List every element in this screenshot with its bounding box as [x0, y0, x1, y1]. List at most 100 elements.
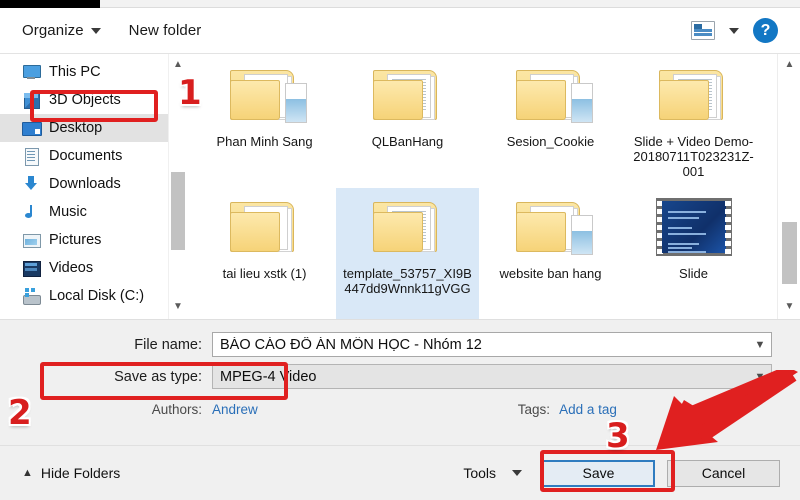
sidebar-item-desktop[interactable]: Desktop [0, 114, 168, 142]
save-as-type-value: MPEG-4 Video [220, 368, 317, 385]
file-grid-item[interactable]: Sesion_Cookie [479, 56, 622, 188]
folder-icon [515, 202, 593, 255]
sidebar-item-pictures[interactable]: Pictures [0, 226, 168, 254]
file-grid-item[interactable]: Phan Minh Sang [193, 56, 336, 188]
save-as-type-select[interactable]: MPEG-4 Video ▼ [212, 364, 772, 389]
file-thumbnail [508, 60, 594, 132]
file-thumbnail [365, 192, 451, 264]
file-name-label: Phan Minh Sang [216, 134, 313, 149]
music-icon [22, 203, 40, 221]
folder-front [372, 80, 423, 120]
folder-icon [372, 70, 439, 122]
hide-folders-label: Hide Folders [40, 465, 121, 481]
sidebar-scrollbar-thumb[interactable] [171, 172, 185, 250]
downloads-icon [22, 175, 40, 193]
file-name-value: BÁO CÁO ĐỒ ÁN MÔN HỌC - Nhóm 12 [220, 336, 482, 353]
parent-window-sliver [100, 0, 800, 8]
tags-label: Tags: [517, 402, 551, 417]
footer-actions: Tools Save Cancel [463, 459, 800, 487]
chevron-up-icon: ▲ [22, 467, 33, 479]
folder-front [372, 212, 423, 252]
folder-icon [515, 70, 593, 123]
help-label: ? [760, 21, 771, 39]
file-name-label: Sesion_Cookie [506, 134, 595, 149]
tools-button[interactable]: Tools [463, 465, 522, 481]
sidebar-scroll-up-chevron-up-icon[interactable]: ▲ [169, 56, 187, 73]
save-form: File name: BÁO CÁO ĐỒ ÁN MÔN HỌC - Nhóm … [0, 319, 800, 445]
file-name-label: File name: [134, 336, 202, 353]
grid-scroll-down-chevron-down-icon[interactable]: ▼ [778, 298, 800, 315]
folder-front [515, 80, 566, 120]
cancel-label: Cancel [701, 465, 746, 481]
sidebar-item-this-pc[interactable]: This PC [0, 58, 168, 86]
folder-icon [372, 202, 439, 254]
documents-icon [22, 147, 40, 166]
file-grid-item[interactable]: Slide + Video Demo-20180711T023231Z-001 [622, 56, 765, 188]
file-grid-item[interactable]: website ban hang [479, 188, 622, 319]
file-name-input[interactable]: BÁO CÁO ĐỒ ÁN MÔN HỌC - Nhóm 12 ▼ [212, 332, 772, 357]
file-grid-item[interactable]: epdf tai lieu xstk (1) [193, 188, 336, 319]
chevron-down-icon [90, 27, 101, 34]
sidebar-item-label: Music [49, 204, 87, 220]
dialog-body: This PC 3D Objects Desktop Documents Downloa… [0, 54, 800, 319]
file-thumbnail [222, 60, 308, 132]
save-button[interactable]: Save [542, 459, 655, 487]
navigation-sidebar: This PC 3D Objects Desktop Documents Downloa… [0, 54, 168, 319]
new-folder-label: New folder [128, 22, 202, 39]
file-thumbnail [508, 192, 594, 264]
file-grid-item[interactable]: template_53757_XI9B447dd9Wnnk11gVGG [336, 188, 479, 319]
metadata-row: Authors: Andrew Tags: Add a tag [0, 402, 800, 417]
new-folder-button[interactable]: New folder [129, 22, 202, 39]
sidebar-item-label: Documents [49, 148, 123, 164]
sidebar-item-documents[interactable]: Documents [0, 142, 168, 170]
sidebar-item-label: 3D Objects [49, 92, 121, 108]
file-name-label: Slide + Video Demo-20180711T023231Z-001 [633, 134, 754, 179]
tools-label: Tools [463, 465, 496, 481]
organize-button[interactable]: Organize [22, 22, 101, 39]
videos-icon [22, 259, 41, 277]
sidebar-item-label: Pictures [49, 232, 102, 248]
local-disk-icon [22, 287, 41, 305]
sidebar-item-videos[interactable]: Videos [0, 254, 168, 282]
view-options-chevron-down-icon[interactable] [729, 27, 739, 34]
image-preview [570, 215, 593, 255]
image-preview [284, 83, 307, 123]
folder-front [229, 80, 280, 120]
hide-folders-button[interactable]: ▲ Hide Folders [22, 465, 120, 481]
cancel-button[interactable]: Cancel [667, 459, 780, 487]
help-icon[interactable]: ? [753, 18, 778, 43]
file-name-label: QLBanHang [371, 134, 444, 149]
save-as-type-row: Save as type: MPEG-4 Video ▼ [0, 364, 800, 389]
add-a-tag-link[interactable]: Add a tag [559, 402, 617, 417]
view-mode-icon[interactable] [691, 21, 715, 40]
grid-scroll-up-chevron-up-icon[interactable]: ▲ [778, 56, 800, 73]
sidebar-item-downloads[interactable]: Downloads [0, 170, 168, 198]
file-name-label: tai lieu xstk (1) [222, 266, 307, 281]
file-grid: Phan Minh Sang QLBanHang Sesion_Cookie Slid… [187, 54, 777, 319]
authors-label: Authors: [151, 402, 202, 417]
sidebar-item-music[interactable]: Music [0, 198, 168, 226]
sidebar-item-label: Downloads [49, 176, 121, 192]
file-grid-item[interactable]: Slide [622, 188, 765, 319]
save-as-type-chevron-down-icon[interactable]: ▼ [749, 365, 771, 388]
file-grid-scrollbar[interactable]: ▲ ▼ [777, 54, 800, 319]
video-thumbnail-icon [655, 198, 732, 256]
folder-icon [658, 70, 725, 122]
sidebar-scrollbar[interactable]: ▲ ▼ [168, 54, 186, 319]
sidebar-item-3d-objects[interactable]: 3D Objects [0, 86, 168, 114]
image-preview [570, 83, 593, 123]
3d-objects-icon [22, 91, 40, 109]
grid-scrollbar-thumb[interactable] [782, 222, 797, 284]
pictures-icon [22, 231, 41, 249]
file-name-label: template_53757_XI9B447dd9Wnnk11gVGG [343, 266, 472, 296]
file-name-label: website ban hang [499, 266, 602, 281]
authors-value[interactable]: Andrew [212, 402, 258, 417]
save-as-dialog: Organize New folder ? This PC 3D Objects D… [0, 0, 800, 500]
sidebar-scroll-down-chevron-down-icon[interactable]: ▼ [169, 298, 187, 315]
film-perforations-right [724, 201, 731, 254]
file-thumbnail: epdf [222, 192, 308, 264]
sidebar-item-local-disk-c[interactable]: Local Disk (C:) [0, 282, 168, 310]
file-grid-item[interactable]: QLBanHang [336, 56, 479, 188]
file-grid-pane: Phan Minh Sang QLBanHang Sesion_Cookie Slid… [187, 54, 777, 319]
file-name-chevron-down-icon[interactable]: ▼ [749, 333, 771, 356]
